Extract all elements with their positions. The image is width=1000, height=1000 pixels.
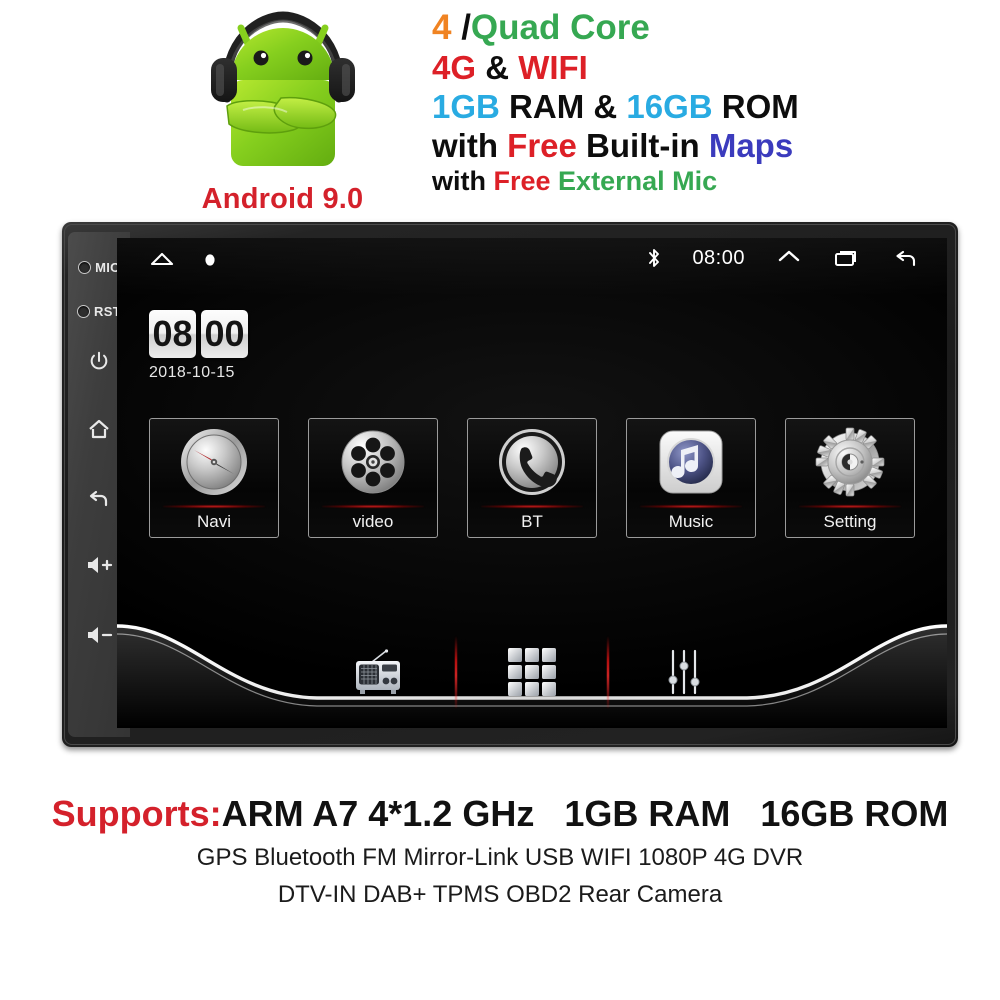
recents-icon[interactable] xyxy=(833,247,861,269)
app-setting[interactable]: Setting xyxy=(785,418,915,538)
spec-cpu-name: Quad Core xyxy=(470,8,650,47)
app-video[interactable]: video xyxy=(308,418,438,538)
spec-maps-free: Free xyxy=(507,127,577,164)
dock-equalizer[interactable] xyxy=(609,647,759,697)
music-note-icon xyxy=(655,426,727,498)
spec-wifi: WIFI xyxy=(518,49,588,86)
supports-footer: Supports:ARM A7 4*1.2 GHz 1GB RAM 16GB R… xyxy=(0,795,1000,908)
spec-cpu-count: 4 xyxy=(432,8,452,47)
spec-ram-size: 1GB xyxy=(432,88,500,125)
home-icon xyxy=(89,419,109,439)
spec-highlight-list: 4 /Quad Core 4G & WIFI 1GB RAM & 16GB RO… xyxy=(432,10,992,201)
app-music[interactable]: Music xyxy=(626,418,756,538)
volume-up-icon xyxy=(88,557,113,573)
spec-line-connectivity: 4G & WIFI xyxy=(432,51,992,84)
android-branding: Android 9.0 xyxy=(155,0,410,222)
bluetooth-icon xyxy=(649,249,660,267)
power-icon xyxy=(90,351,108,370)
footer-main-specs: ARM A7 4*1.2 GHz 1GB RAM 16GB ROM xyxy=(221,793,949,834)
footer-features-row-2: DTV-IN DAB+ TPMS OBD2 Rear Camera xyxy=(277,880,723,908)
app-navi[interactable]: Navi xyxy=(149,418,279,538)
expand-up-icon[interactable] xyxy=(775,247,803,269)
dot-indicator-icon xyxy=(205,254,215,266)
marketing-header: Android 9.0 4 /Quad Core 4G & WIFI 1GB R… xyxy=(0,0,1000,225)
footer-main-line: Supports:ARM A7 4*1.2 GHz 1GB RAM 16GB R… xyxy=(0,795,1000,833)
mic-hole-dot xyxy=(78,261,92,274)
spec-mic-with: with xyxy=(432,166,494,196)
compass-icon xyxy=(178,426,250,498)
app-bt-label: BT xyxy=(521,512,543,531)
clock-date: 2018-10-15 xyxy=(149,364,235,381)
spec-line-memory: 1GB RAM & 16GB ROM xyxy=(432,90,992,123)
spec-line-mic: with Free External Mic xyxy=(432,168,992,195)
car-stereo-head-unit: MIC RST 08:00 08 00 2018-10-15 Navi vide… xyxy=(62,222,958,747)
clock-hours: 08 xyxy=(149,310,196,358)
status-bar-clock: 08:00 xyxy=(692,246,745,269)
dock-all-apps[interactable] xyxy=(457,646,607,698)
app-red-glow xyxy=(321,505,425,508)
spec-mic-free: Free xyxy=(493,166,551,196)
spec-maps-builtin: Built-in xyxy=(576,127,709,164)
app-setting-label: Setting xyxy=(823,512,877,531)
app-red-glow xyxy=(798,505,902,508)
spec-maps-with: with xyxy=(432,127,508,164)
phone-handset-icon xyxy=(496,426,568,498)
spec-rom-label: ROM xyxy=(712,88,799,125)
clock-minutes: 00 xyxy=(201,310,248,358)
back-arrow-icon[interactable] xyxy=(891,247,921,269)
gear-icon xyxy=(814,426,886,498)
spec-cpu-sep: / xyxy=(451,8,471,47)
home-icon[interactable] xyxy=(147,248,177,272)
app-video-label: video xyxy=(352,512,394,531)
android-robot-with-headphones-icon xyxy=(183,2,383,182)
app-navi-label: Navi xyxy=(196,512,231,531)
android-status-bar: 08:00 xyxy=(117,244,947,280)
spec-maps-word: Maps xyxy=(708,127,794,164)
app-music-label: Music xyxy=(668,512,714,531)
supports-label: Supports: xyxy=(51,793,222,834)
app-red-glow xyxy=(480,505,584,508)
dock-icon-row xyxy=(117,636,947,708)
app-grid-icon xyxy=(508,648,556,696)
dock-divider xyxy=(455,636,457,708)
bottom-dock xyxy=(117,598,947,728)
app-bt[interactable]: BT xyxy=(467,418,597,538)
flip-clock-widget[interactable]: 08 00 2018-10-15 xyxy=(149,310,248,382)
radio-icon xyxy=(356,649,400,694)
spec-4g: 4G xyxy=(432,49,477,86)
home-app-grid: Navi video BT Music Setting xyxy=(149,418,915,538)
spec-conn-amp: & xyxy=(476,49,519,86)
film-reel-icon xyxy=(337,426,409,498)
back-arrow-icon xyxy=(89,490,108,507)
spec-rom-size: 16GB xyxy=(626,88,713,125)
volume-down-icon xyxy=(88,627,113,643)
touchscreen-display[interactable]: 08:00 08 00 2018-10-15 Navi video BT Mus… xyxy=(117,238,947,728)
spec-line-maps: with Free Built-in Maps xyxy=(432,129,992,162)
spec-mic-word: External Mic xyxy=(550,166,718,196)
spec-ram-label: RAM & xyxy=(499,88,627,125)
app-red-glow xyxy=(162,505,266,508)
equalizer-sliders-icon xyxy=(668,649,700,695)
android-version-label: Android 9.0 xyxy=(201,183,364,215)
reset-hole-dot[interactable] xyxy=(77,305,91,318)
dock-divider xyxy=(607,636,609,708)
app-red-glow xyxy=(639,505,743,508)
spec-line-cpu: 4 /Quad Core xyxy=(432,10,992,45)
footer-features-row-1: GPS Bluetooth FM Mirror-Link USB WIFI 10… xyxy=(196,843,804,871)
dock-radio[interactable] xyxy=(305,649,455,695)
